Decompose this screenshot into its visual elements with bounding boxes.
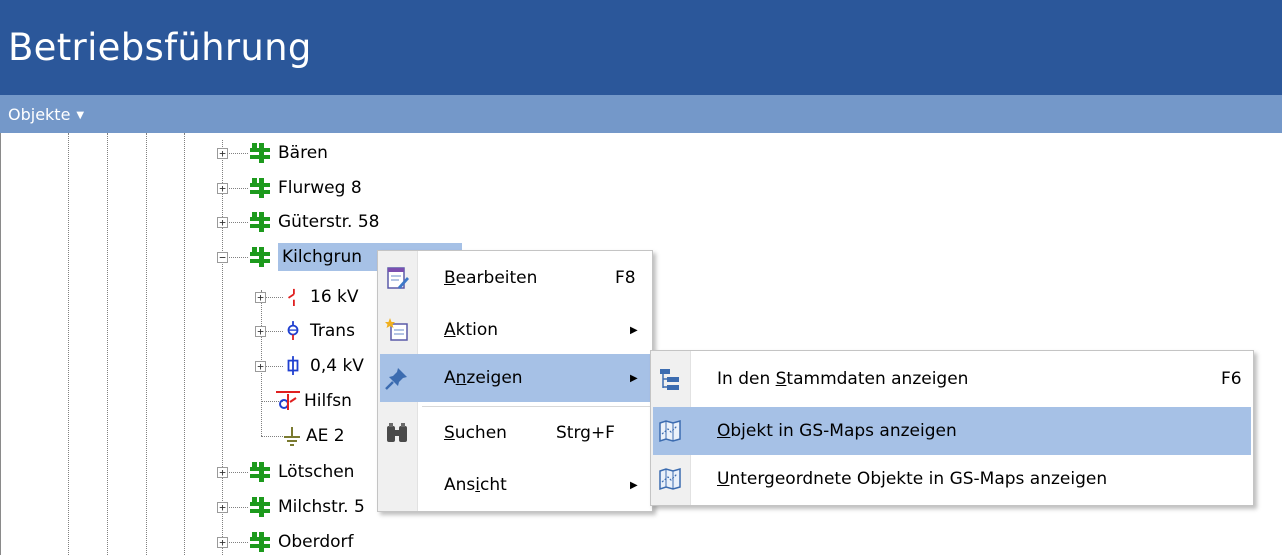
tree-node-label: 16 kV: [310, 287, 359, 307]
command-bar: Objekte ▼: [0, 95, 1282, 133]
tree-node-label: AE 2: [306, 426, 345, 446]
green-station-icon: [250, 497, 270, 517]
tree-node-label: Trans: [310, 321, 355, 341]
tree-node-label: Oberdorf: [278, 532, 354, 552]
map-icon: [659, 420, 681, 443]
fuse-icon: [287, 356, 299, 375]
anzeigen-submenu: In den Stammdaten anzeigen F6 Objekt in …: [650, 350, 1254, 506]
title-bar: Betriebsführung: [0, 0, 1282, 95]
submenu-arrow-icon: ▶: [630, 324, 638, 336]
collapse-icon[interactable]: −: [217, 252, 228, 263]
submenu-arrow-icon: ▶: [630, 372, 638, 384]
tree-node-label: Milchstr. 5: [278, 497, 365, 517]
tree-guide-line: [68, 133, 69, 555]
dropdown-caret-icon: ▼: [76, 110, 85, 121]
menu-item-label: Aktion: [444, 320, 499, 340]
menu-separator: [422, 406, 650, 407]
green-station-icon: [250, 178, 270, 198]
menu-item-label: In den Stammdaten anzeigen: [717, 369, 969, 389]
tree-node[interactable]: Flurweg 8: [250, 172, 362, 204]
tree-node[interactable]: AE 2: [282, 420, 345, 452]
green-station-icon: [250, 462, 270, 482]
submenu-item-untergeordnete-gs-maps[interactable]: Untergeordnete Objekte in GS-Maps anzeig…: [653, 455, 1251, 503]
tree-node-label: Hilfsn: [304, 391, 352, 411]
expand-icon[interactable]: +: [217, 148, 228, 159]
menu-item-anzeigen[interactable]: Anzeigen ▶: [380, 354, 650, 402]
tree-node[interactable]: Oberdorf: [250, 526, 354, 555]
expand-icon[interactable]: +: [217, 217, 228, 228]
tree-guide-line: [184, 133, 185, 555]
green-station-icon: [250, 143, 270, 163]
hierarchy-icon: [660, 369, 679, 390]
pin-icon: [385, 368, 407, 390]
tree-node-label: Bären: [278, 143, 328, 163]
menu-item-label: Anzeigen: [444, 368, 523, 388]
green-station-icon: [250, 247, 270, 267]
expand-icon[interactable]: +: [217, 537, 228, 548]
tree-node-label: Güterstr. 58: [278, 212, 380, 232]
menu-item-label: Bearbeiten: [444, 268, 538, 288]
menu-item-bearbeiten[interactable]: Bearbeiten F8: [380, 254, 650, 302]
tree-guide-line: [146, 133, 147, 555]
tree-connector: [222, 140, 223, 555]
objects-menu-label: Objekte: [8, 105, 71, 124]
expand-icon[interactable]: +: [255, 326, 266, 337]
menu-item-suchen[interactable]: Suchen Strg+F: [380, 409, 650, 457]
tree-node[interactable]: Trans: [284, 315, 355, 347]
auxiliary-icon: [276, 391, 300, 410]
tree-node-label: Flurweg 8: [278, 178, 362, 198]
menu-item-shortcut: F8: [615, 268, 636, 288]
binoculars-icon: [387, 423, 407, 442]
menu-item-ansicht[interactable]: Ansicht ▶: [380, 461, 650, 509]
edit-form-icon: [387, 267, 409, 289]
menu-item-label: Suchen: [444, 423, 507, 443]
context-menu: Bearbeiten F8 Aktion ▶ Anzeigen ▶ Suchen…: [377, 250, 653, 512]
tree-node[interactable]: Bären: [250, 137, 328, 169]
switch-icon: [288, 288, 295, 306]
expand-icon[interactable]: +: [217, 467, 228, 478]
tree-node-label: 0,4 kV: [310, 356, 364, 376]
green-station-icon: [250, 212, 270, 232]
tree-node[interactable]: 16 kV: [284, 281, 359, 313]
earthing-icon: [284, 427, 300, 446]
submenu-arrow-icon: ▶: [630, 479, 638, 491]
menu-item-label: Untergeordnete Objekte in GS-Maps anzeig…: [717, 469, 1108, 489]
menu-item-label: Objekt in GS-Maps anzeigen: [717, 421, 957, 441]
tree-guide-line: [107, 133, 108, 555]
tree-node[interactable]: Güterstr. 58: [250, 206, 379, 238]
transformer-icon: [287, 321, 299, 340]
map-icon: [659, 468, 681, 491]
objects-menu-button[interactable]: Objekte ▼: [8, 105, 84, 124]
tree-node[interactable]: 0,4 kV: [284, 350, 364, 382]
submenu-item-stammdaten[interactable]: In den Stammdaten anzeigen F6: [653, 355, 1251, 403]
submenu-item-objekt-gs-maps[interactable]: Objekt in GS-Maps anzeigen: [653, 407, 1251, 455]
expand-icon[interactable]: +: [217, 502, 228, 513]
menu-item-shortcut: Strg+F: [556, 423, 615, 443]
tree-node[interactable]: Hilfsn: [276, 385, 352, 417]
menu-item-shortcut: F6: [1221, 369, 1242, 389]
expand-icon[interactable]: +: [255, 292, 266, 303]
app-title: Betriebsführung: [8, 26, 312, 69]
expand-icon[interactable]: +: [255, 361, 266, 372]
green-station-icon: [250, 532, 270, 552]
tree-node[interactable]: Lötschen: [250, 456, 354, 488]
tree-node-label: Lötschen: [278, 462, 355, 482]
action-spark-icon: [385, 318, 408, 341]
menu-item-label: Ansicht: [444, 475, 507, 495]
tree-connector: [261, 436, 283, 437]
menu-item-aktion[interactable]: Aktion ▶: [380, 306, 650, 354]
expand-icon[interactable]: +: [217, 183, 228, 194]
tree-node[interactable]: Milchstr. 5: [250, 491, 365, 523]
